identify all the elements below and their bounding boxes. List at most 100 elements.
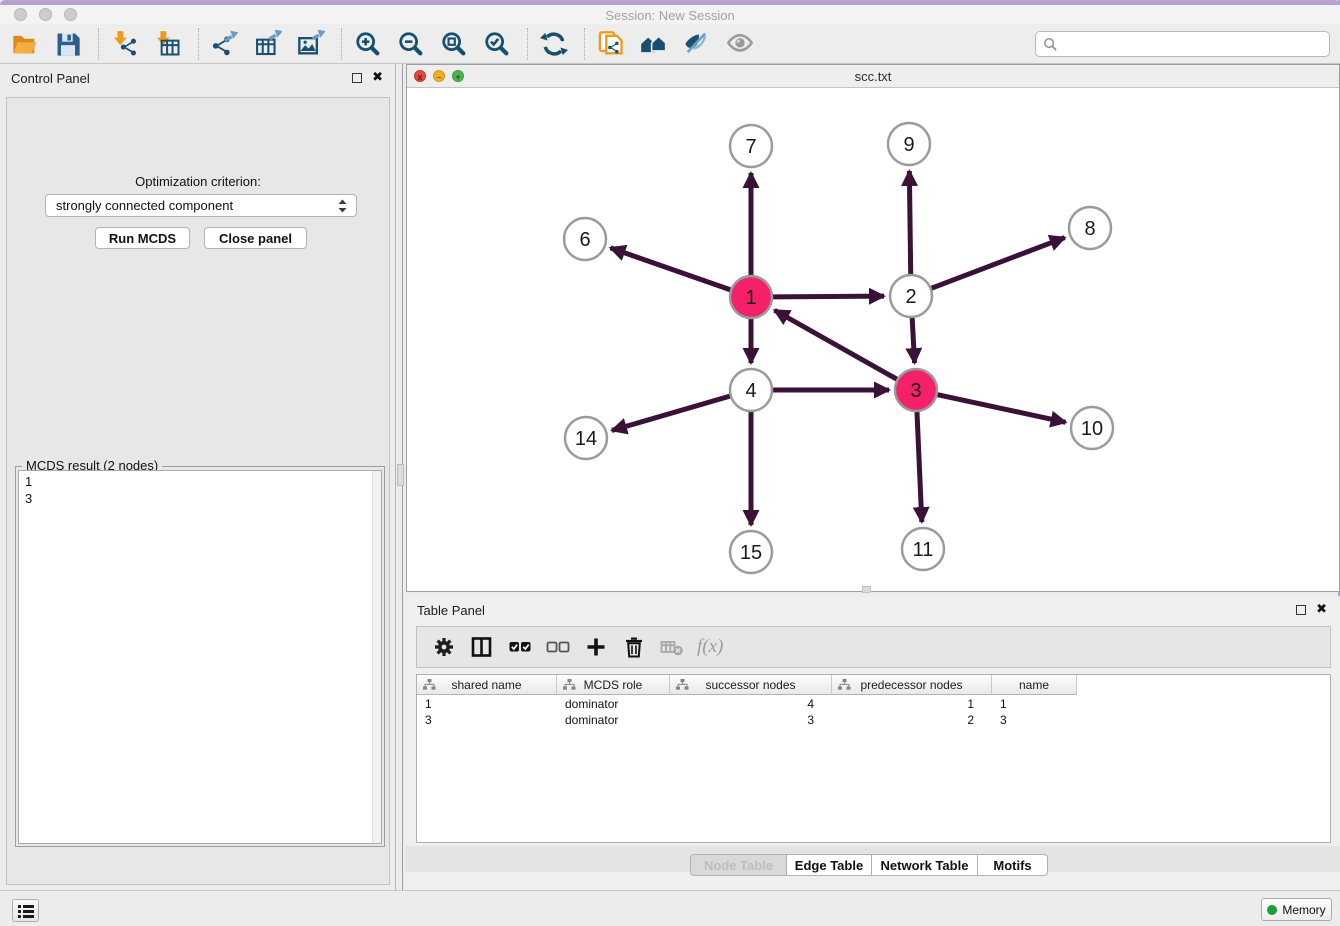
graph-node-10[interactable]: 10: [1071, 407, 1113, 449]
hierarchy-sort-icon: [838, 679, 851, 694]
graph-node-2[interactable]: 2: [890, 275, 932, 317]
network-canvas[interactable]: 7 9 6 8 1 2 4 3 14 10 15 11: [407, 88, 1339, 591]
optimization-criterion-select[interactable]: strongly connected component: [45, 194, 357, 217]
function-builder-fx-button[interactable]: f(x): [697, 636, 723, 658]
deselect-all-checks-button[interactable]: [543, 632, 573, 662]
hide-graphics-details-button[interactable]: [680, 27, 714, 61]
column-header-name[interactable]: name: [992, 675, 1077, 695]
svg-text:8: 8: [1084, 218, 1095, 240]
result-scrollbar[interactable]: [372, 471, 381, 843]
hide-graphics-details-icon: [683, 30, 711, 58]
graph-edge-2-3[interactable]: [912, 318, 914, 363]
first-neighbors-button[interactable]: [637, 27, 671, 61]
graph-edge-3-10[interactable]: [938, 395, 1066, 423]
status-menu-button[interactable]: [12, 899, 39, 922]
graph-edge-1-2[interactable]: [773, 296, 884, 297]
graph-edge-2-8[interactable]: [932, 238, 1065, 289]
graph-node-15[interactable]: 15: [730, 531, 772, 573]
search-input[interactable]: [1058, 33, 1329, 55]
zoom-selected-icon: [483, 30, 511, 58]
graph-node-1[interactable]: 1: [730, 276, 772, 318]
apply-layout-refresh-button[interactable]: [537, 27, 571, 61]
delete-column-trash-icon: [622, 635, 646, 659]
column-header-predecessor-nodes[interactable]: predecessor nodes: [832, 675, 992, 695]
hierarchy-sort-icon: [423, 679, 436, 694]
search-box[interactable]: [1035, 31, 1330, 57]
memory-button[interactable]: Memory: [1261, 898, 1332, 921]
save-session-button[interactable]: [51, 27, 85, 61]
import-table-button[interactable]: [151, 27, 185, 61]
graph-node-3[interactable]: 3: [895, 369, 937, 411]
zoom-selected-button[interactable]: [480, 27, 514, 61]
export-network-button[interactable]: [208, 27, 242, 61]
zoom-in-icon: [354, 30, 382, 58]
tab-network-table[interactable]: Network Table: [872, 854, 978, 876]
graph-edge-1-6[interactable]: [610, 248, 730, 290]
graph-node-6[interactable]: 6: [564, 218, 606, 260]
toolbar-separator: [527, 28, 528, 60]
column-header-shared-name[interactable]: shared name: [417, 675, 557, 695]
table-settings-gear-button[interactable]: [429, 632, 459, 662]
svg-text:10: 10: [1081, 418, 1103, 440]
table-cell: 3: [670, 712, 832, 728]
column-header-successor-nodes[interactable]: successor nodes: [670, 675, 832, 695]
birds-eye-view-button[interactable]: [723, 27, 757, 61]
splitter-handle[interactable]: [397, 464, 404, 486]
delete-column-trash-button[interactable]: [619, 632, 649, 662]
column-visibility-button[interactable]: [467, 632, 497, 662]
table-cell: 4: [670, 696, 832, 712]
graph-node-9[interactable]: 9: [888, 123, 930, 165]
import-network-button[interactable]: [108, 27, 142, 61]
panel-splitter-vertical: [396, 64, 406, 890]
graph-edge-2-9[interactable]: [909, 171, 910, 274]
select-all-checks-button[interactable]: [505, 632, 535, 662]
table-panel: Table Panel ✖ f(x) shared nameMCDS roles…: [406, 596, 1340, 890]
close-panel-button[interactable]: Close panel: [204, 227, 307, 249]
add-column-button[interactable]: [581, 632, 611, 662]
network-window-titlebar[interactable]: x – + scc.txt: [407, 65, 1339, 88]
svg-text:1: 1: [745, 287, 756, 309]
tab-motifs[interactable]: Motifs: [978, 854, 1048, 876]
run-mcds-button[interactable]: Run MCDS: [95, 227, 190, 249]
graph-node-4[interactable]: 4: [730, 369, 772, 411]
save-session-icon: [54, 30, 82, 58]
graph-node-14[interactable]: 14: [565, 417, 607, 459]
graph-node-8[interactable]: 8: [1069, 207, 1111, 249]
table-row[interactable]: 1dominator411: [417, 696, 1330, 712]
graph-node-7[interactable]: 7: [730, 125, 772, 167]
float-panel-icon[interactable]: [352, 73, 362, 83]
close-panel-icon[interactable]: ✖: [372, 69, 383, 85]
graph-edge-3-1[interactable]: [775, 310, 897, 379]
table-row[interactable]: 3dominator323: [417, 712, 1330, 728]
zoom-in-button[interactable]: [351, 27, 385, 61]
open-session-icon: [11, 30, 39, 58]
export-table-button[interactable]: [251, 27, 285, 61]
column-header-MCDS-role[interactable]: MCDS role: [557, 675, 670, 695]
search-icon: [1043, 37, 1058, 52]
delete-table-button[interactable]: [657, 632, 687, 662]
column-header-label: name: [1019, 678, 1049, 692]
window-title: Session: New Session: [0, 8, 1340, 23]
duplicate-network-button[interactable]: [594, 27, 628, 61]
table-float-panel-icon[interactable]: [1296, 605, 1306, 615]
graph-edge-3-11[interactable]: [917, 412, 922, 522]
mcds-result-text[interactable]: 1 3: [18, 470, 382, 844]
svg-text:2: 2: [905, 286, 916, 308]
splitter-handle-horizontal[interactable]: [862, 586, 871, 593]
table-cell: 1: [417, 696, 557, 712]
column-header-label: successor nodes: [705, 678, 795, 692]
export-image-icon: [297, 30, 325, 58]
open-session-button[interactable]: [8, 27, 42, 61]
export-network-icon: [211, 30, 239, 58]
graph-edge-4-14[interactable]: [612, 396, 730, 430]
tab-edge-table[interactable]: Edge Table: [787, 854, 872, 876]
zoom-out-icon: [397, 30, 425, 58]
status-bar: Memory: [0, 890, 1340, 926]
export-image-button[interactable]: [294, 27, 328, 61]
zoom-fit-button[interactable]: [437, 27, 471, 61]
zoom-out-button[interactable]: [394, 27, 428, 61]
table-close-panel-icon[interactable]: ✖: [1316, 601, 1327, 617]
toolbar-separator: [198, 28, 199, 60]
graph-node-11[interactable]: 11: [902, 528, 944, 570]
tab-node-table[interactable]: Node Table: [690, 854, 787, 876]
